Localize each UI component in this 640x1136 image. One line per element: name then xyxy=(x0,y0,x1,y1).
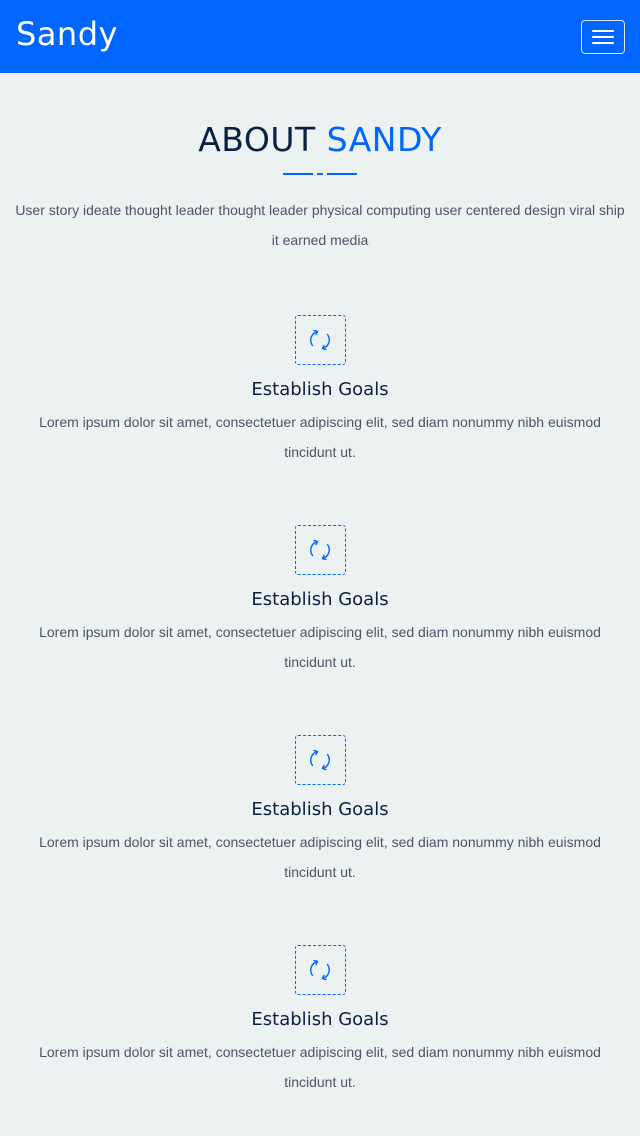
hamburger-menu-icon-bar xyxy=(592,35,614,38)
refresh-icon xyxy=(294,735,346,785)
navbar: Sandy xyxy=(0,0,640,73)
refresh-icon xyxy=(294,945,346,995)
feature-description: Lorem ipsum dolor sit amet, consectetuer… xyxy=(39,1044,601,1090)
hamburger-menu-button[interactable] xyxy=(581,19,625,54)
feature-title: Establish Goals xyxy=(251,799,389,820)
section-title-accent: SANDY xyxy=(326,120,442,159)
refresh-icon xyxy=(294,315,346,365)
feature-description: Lorem ipsum dolor sit amet, consectetuer… xyxy=(39,834,601,880)
about-section: ABOUT SANDY User story ideate thought le… xyxy=(0,73,640,1136)
refresh-icon xyxy=(294,525,346,575)
feature-title: Establish Goals xyxy=(251,1009,389,1030)
divider-segment xyxy=(317,173,323,175)
feature-item: Establish Goals Lorem ipsum dolor sit am… xyxy=(0,945,640,1136)
features-list: Establish Goals Lorem ipsum dolor sit am… xyxy=(0,315,640,1136)
hamburger-menu-icon-bar xyxy=(592,41,614,44)
about-intro-text: User story ideate thought leader thought… xyxy=(15,202,625,248)
feature-description: Lorem ipsum dolor sit amet, consectetuer… xyxy=(39,624,601,670)
feature-item: Establish Goals Lorem ipsum dolor sit am… xyxy=(0,525,640,735)
feature-title: Establish Goals xyxy=(251,589,389,610)
feature-description: Lorem ipsum dolor sit amet, consectetuer… xyxy=(39,414,601,460)
divider-segment xyxy=(283,173,313,175)
section-title: ABOUT SANDY xyxy=(0,121,640,159)
title-divider xyxy=(0,173,640,175)
feature-item: Establish Goals Lorem ipsum dolor sit am… xyxy=(0,735,640,945)
section-title-main: ABOUT xyxy=(198,120,316,159)
feature-title: Establish Goals xyxy=(251,379,389,400)
feature-item: Establish Goals Lorem ipsum dolor sit am… xyxy=(0,315,640,525)
brand-logo[interactable]: Sandy xyxy=(16,18,118,50)
divider-segment xyxy=(327,173,357,175)
hamburger-menu-icon-bar xyxy=(592,29,614,32)
